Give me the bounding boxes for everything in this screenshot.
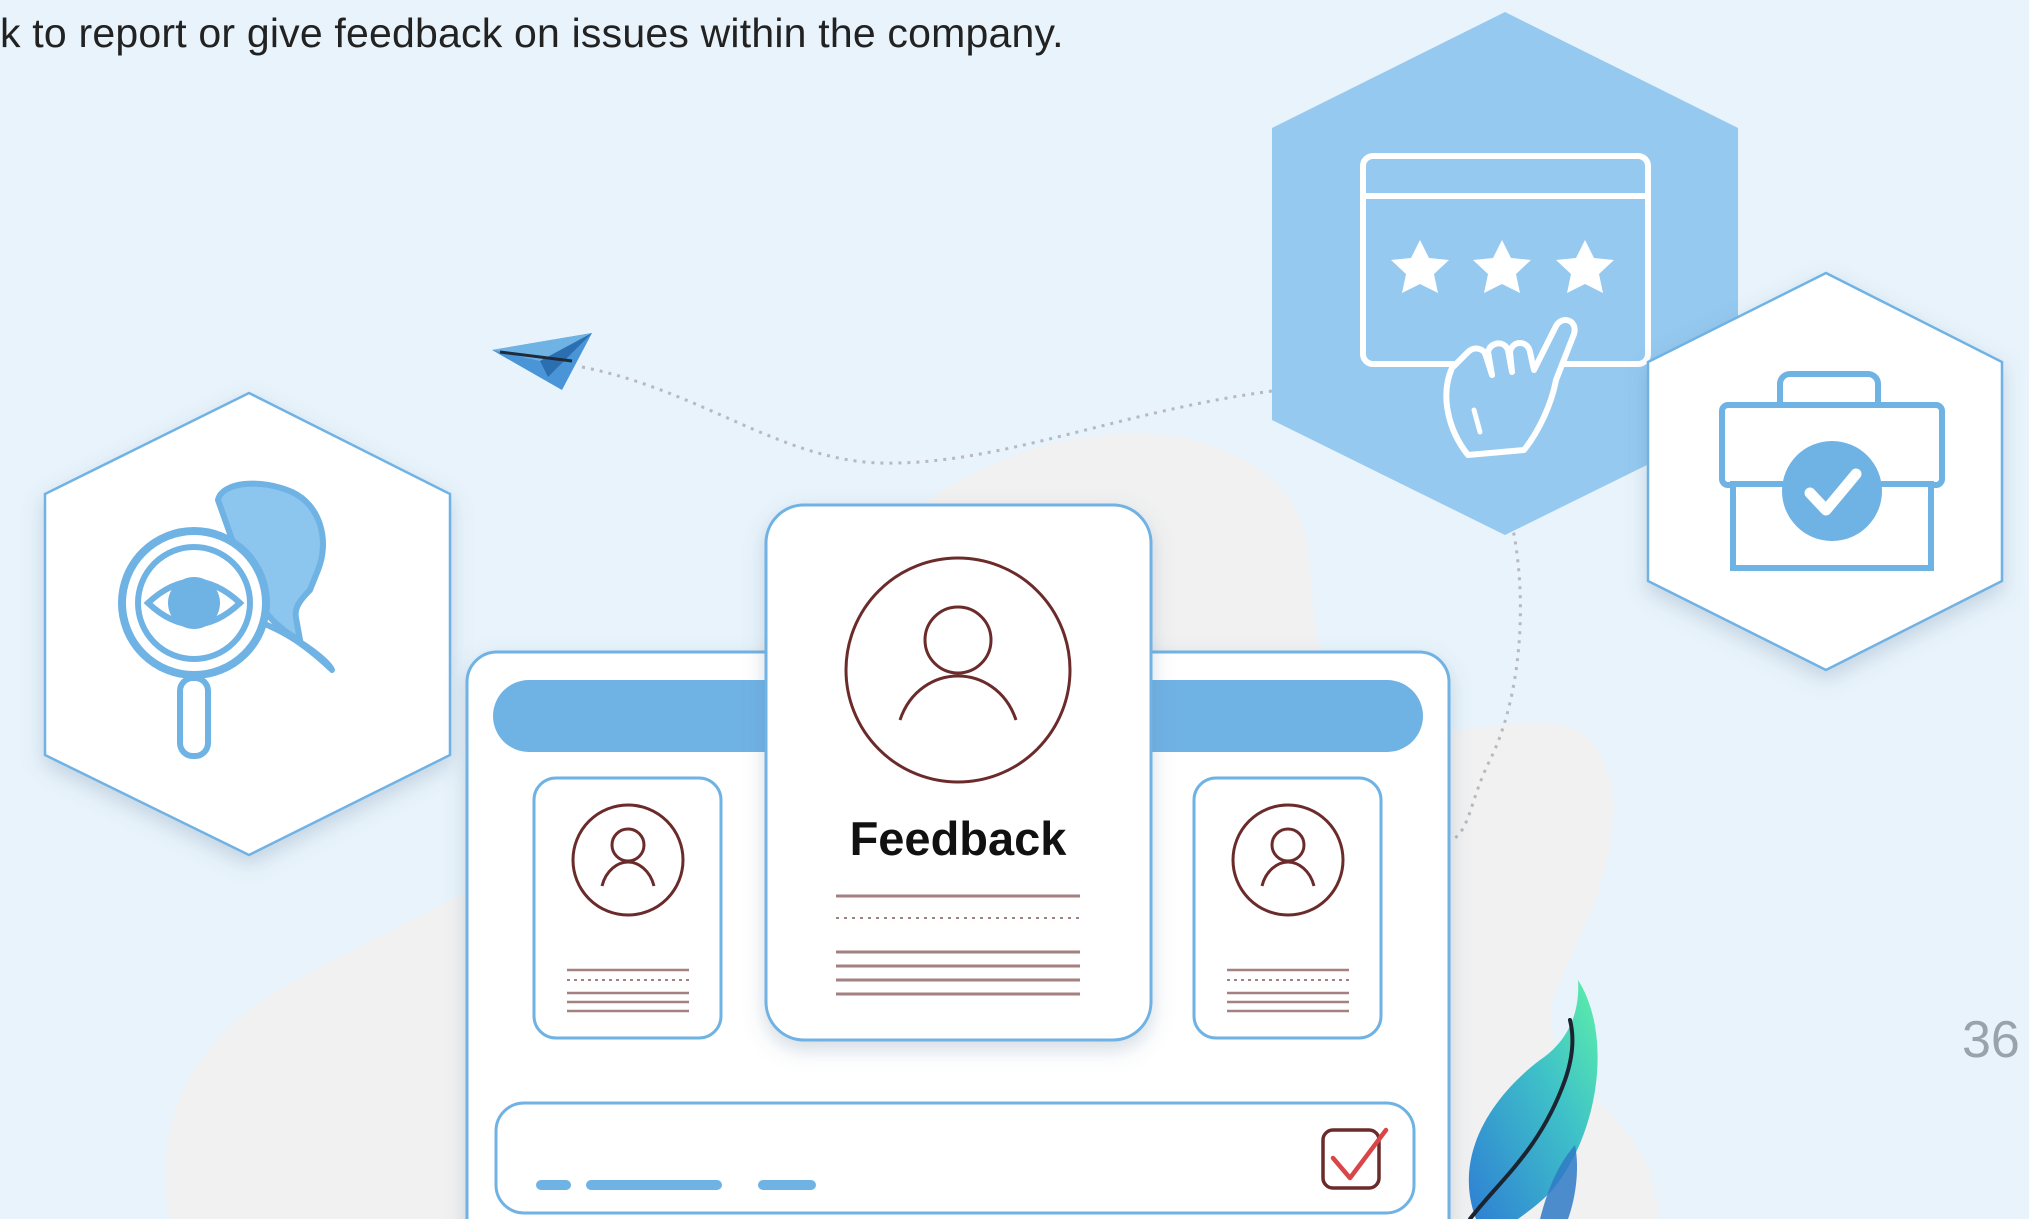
profile-card-left (532, 776, 723, 1040)
search-profile-hexagon (43, 391, 452, 857)
checkbox-icon[interactable] (1321, 1127, 1389, 1190)
caption-text: k to report or give feedback on issues w… (0, 10, 1064, 56)
avatar (844, 556, 1072, 784)
briefcase-check-icon (1719, 371, 1945, 571)
feedback-title: Feedback (850, 812, 1068, 865)
paper-plane-icon (492, 333, 592, 390)
illustration: Feedback (43, 12, 2004, 1219)
feedback-input-bar[interactable] (494, 1101, 1416, 1215)
avatar (571, 803, 685, 917)
profile-card-right (1192, 776, 1383, 1040)
feedback-card: Feedback (764, 503, 1153, 1042)
page-number: 36 (1962, 1011, 2020, 1069)
avatar (1231, 803, 1345, 917)
